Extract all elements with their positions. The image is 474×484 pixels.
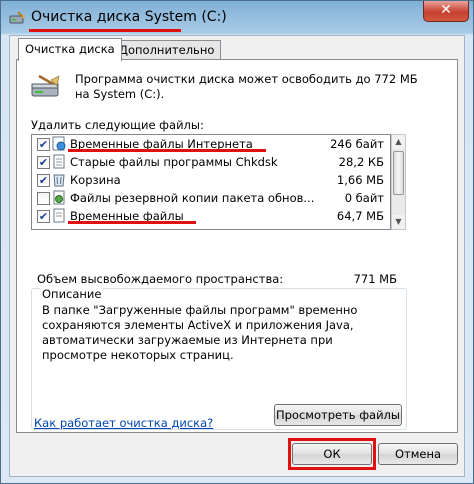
close-button[interactable]: ✕ [423, 1, 469, 22]
highlight-underline [68, 149, 266, 152]
files-list[interactable]: ✔ Временные файлы Интернета 246 байт ✔ С… [31, 134, 391, 230]
temp-files-icon [53, 208, 65, 223]
chkdsk-files-icon [53, 154, 65, 169]
file-size: 246 байт [330, 137, 384, 151]
description-group: Описание В папке "Загруженные файлы прог… [31, 287, 407, 430]
title-highlight-underline [29, 29, 181, 32]
file-size: 1,66 МБ [336, 173, 384, 187]
tab-advanced[interactable]: Дополнительно [112, 40, 222, 60]
file-row[interactable]: ✔ Временные файлы 64,7 МБ [32, 207, 390, 225]
ok-button[interactable]: ОК [292, 443, 372, 465]
description-text: В папке "Загруженные файлы программ" вре… [42, 303, 358, 362]
scroll-up-icon[interactable]: ▲ [392, 135, 405, 149]
file-checkbox[interactable]: ✔ [37, 138, 50, 151]
title-bar[interactable]: Очистка диска System (C:) ✕ [1, 1, 473, 33]
hard-drive-icon [31, 74, 60, 97]
free-space-label: Объем высвобождаемого пространства: [37, 272, 284, 286]
file-row[interactable]: ✔ Временные файлы Интернета 246 байт [32, 135, 390, 153]
disk-cleanup-icon [9, 11, 25, 24]
file-checkbox[interactable]: ✔ [37, 174, 50, 187]
dialog-client-area: Очистка диска Дополнительно Программа оч… [9, 35, 465, 477]
files-list-scrollbar[interactable]: ▲ ▼ [391, 134, 406, 230]
file-row[interactable]: Файлы резервной копии пакета обнов... 0 … [32, 189, 390, 207]
tab-disk-cleanup[interactable]: Очистка диска [18, 38, 122, 61]
file-size: 64,7 МБ [336, 209, 384, 223]
file-size: 28,2 КБ [338, 155, 384, 169]
file-size: 0 байт [344, 191, 384, 205]
window-title: Очистка диска System (C:) [31, 9, 227, 25]
files-to-delete-label: Удалить следующие файлы: [31, 118, 204, 132]
cleanup-summary-text: Программа очистки диска может освободить… [75, 72, 418, 101]
file-row[interactable]: ✔ Корзина 1,66 МБ [32, 171, 390, 189]
disk-cleanup-window: Очистка диска System (C:) ✕ Очистка диск… [0, 0, 474, 484]
file-checkbox[interactable]: ✔ [37, 156, 50, 169]
recycle-bin-icon [53, 174, 65, 187]
internet-files-icon [52, 136, 66, 151]
backup-files-icon [53, 190, 65, 205]
free-space-value: 771 МБ [353, 272, 397, 286]
view-files-button[interactable]: Просмотреть файлы [274, 404, 402, 426]
description-title: Описание [40, 287, 104, 301]
file-name: Старые файлы программы Chkdsk [70, 155, 278, 169]
scroll-down-icon[interactable]: ▼ [392, 215, 405, 229]
file-name: Корзина [70, 173, 121, 187]
cancel-button[interactable]: Отмена [378, 443, 458, 465]
file-row[interactable]: ✔ Старые файлы программы Chkdsk 28,2 КБ [32, 153, 390, 171]
file-checkbox[interactable]: ✔ [37, 210, 50, 223]
highlight-underline [68, 221, 196, 224]
file-name: Файлы резервной копии пакета обнов... [70, 191, 315, 205]
tab-panel: Программа очистки диска может освободить… [16, 59, 458, 433]
help-link[interactable]: Как работает очистка диска? [34, 416, 213, 430]
scrollbar-thumb[interactable] [393, 151, 404, 195]
file-checkbox[interactable] [37, 192, 50, 205]
